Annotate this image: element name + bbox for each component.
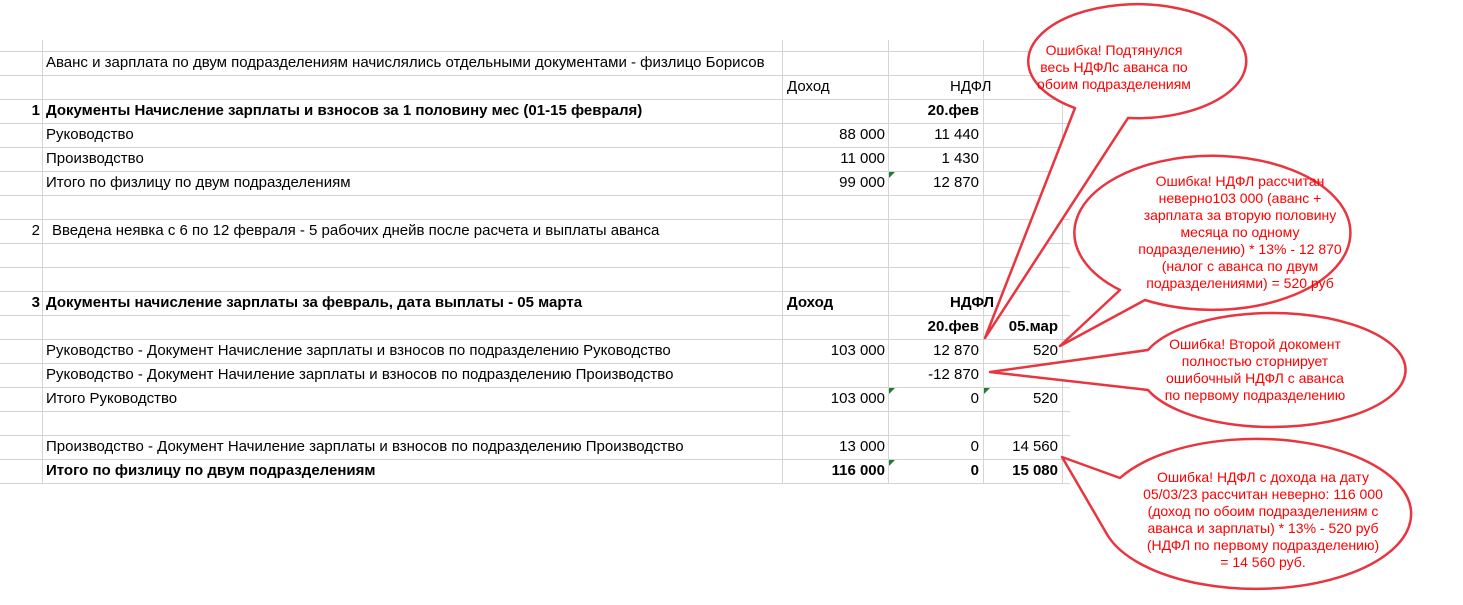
callout-text-2: Ошибка! НДФЛ рассчитан неверно103 000 (ав… <box>1138 172 1342 291</box>
callout-text-1: Ошибка! Подтянулся весь НДФЛс аванса по об… <box>1037 41 1191 92</box>
callout-text-4: Ошибка! НДФЛ с дохода на дату 05/03/23 ра… <box>1143 469 1383 570</box>
callout-text-3: Ошибка! Второй докомент полностью сторнир… <box>1164 336 1346 403</box>
